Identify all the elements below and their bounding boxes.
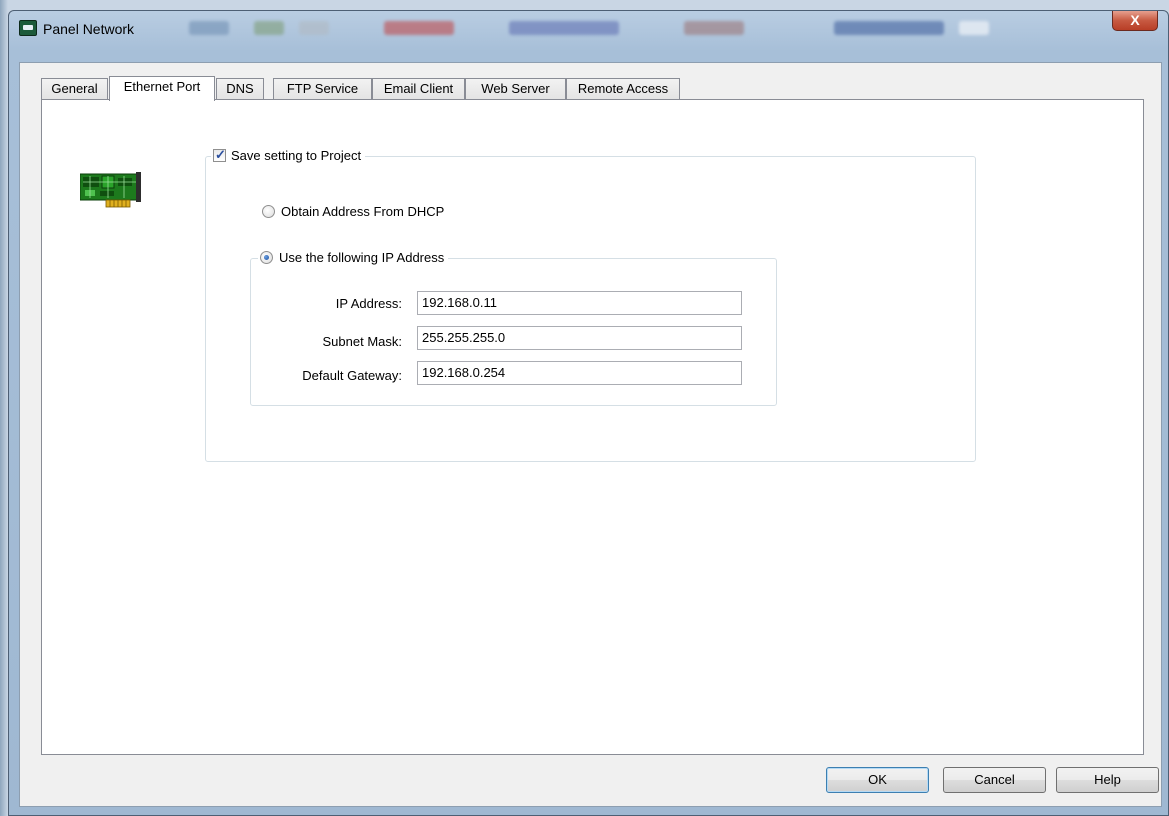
tab-remote-access[interactable]: Remote Access bbox=[566, 78, 680, 100]
checkmark-icon: ✓ bbox=[215, 147, 226, 162]
save-to-project-label: Save setting to Project bbox=[231, 148, 362, 163]
tab-email-client[interactable]: Email Client bbox=[372, 78, 465, 100]
radio-selected-dot bbox=[264, 255, 269, 260]
close-button[interactable]: X bbox=[1112, 11, 1158, 31]
dhcp-radio-option[interactable]: Obtain Address From DHCP bbox=[262, 204, 444, 219]
tab-label: DNS bbox=[226, 81, 254, 96]
close-icon: X bbox=[1130, 12, 1140, 28]
ok-button[interactable]: OK bbox=[826, 767, 929, 793]
background-toolbar bbox=[169, 18, 989, 40]
save-setting-legend: ✓ Save setting to Project bbox=[211, 147, 366, 163]
subnet-mask-field[interactable]: 255.255.255.0 bbox=[417, 326, 742, 350]
static-ip-legend[interactable]: Use the following IP Address bbox=[258, 250, 449, 265]
ip-address-label: IP Address: bbox=[335, 296, 402, 311]
help-button[interactable]: Help bbox=[1056, 767, 1159, 793]
tab-label: Remote Access bbox=[577, 81, 669, 96]
save-to-project-checkbox[interactable]: ✓ bbox=[213, 147, 226, 162]
dhcp-radio[interactable] bbox=[262, 205, 275, 218]
tab-label: General bbox=[51, 81, 98, 96]
dhcp-label: Obtain Address From DHCP bbox=[281, 204, 445, 219]
static-ip-label: Use the following IP Address bbox=[279, 250, 445, 265]
background-strip bbox=[0, 0, 8, 816]
cancel-button[interactable]: Cancel bbox=[943, 767, 1046, 793]
tab-dns[interactable]: DNS bbox=[216, 78, 264, 100]
static-ip-radio[interactable] bbox=[260, 251, 273, 264]
title-bar[interactable]: Panel Network X bbox=[9, 11, 1168, 47]
ip-address-field[interactable]: 192.168.0.11 bbox=[417, 291, 742, 315]
panel-app-icon bbox=[19, 20, 37, 36]
tab-label: Ethernet Port bbox=[123, 79, 201, 94]
tab-label: FTP Service bbox=[286, 81, 359, 96]
network-card-icon bbox=[80, 172, 141, 208]
default-gateway-label: Default Gateway: bbox=[302, 368, 402, 383]
tab-label: Email Client bbox=[383, 81, 454, 96]
tab-web-server[interactable]: Web Server bbox=[465, 78, 566, 100]
window-title: Panel Network bbox=[43, 21, 135, 37]
default-gateway-field[interactable]: 192.168.0.254 bbox=[417, 361, 742, 385]
tab-general[interactable]: General bbox=[41, 78, 108, 100]
tab-label: Web Server bbox=[481, 81, 550, 96]
subnet-mask-label: Subnet Mask: bbox=[322, 334, 403, 349]
tab-ftp-service[interactable]: FTP Service bbox=[273, 78, 372, 100]
tab-ethernet-port[interactable]: Ethernet Port bbox=[109, 76, 215, 101]
